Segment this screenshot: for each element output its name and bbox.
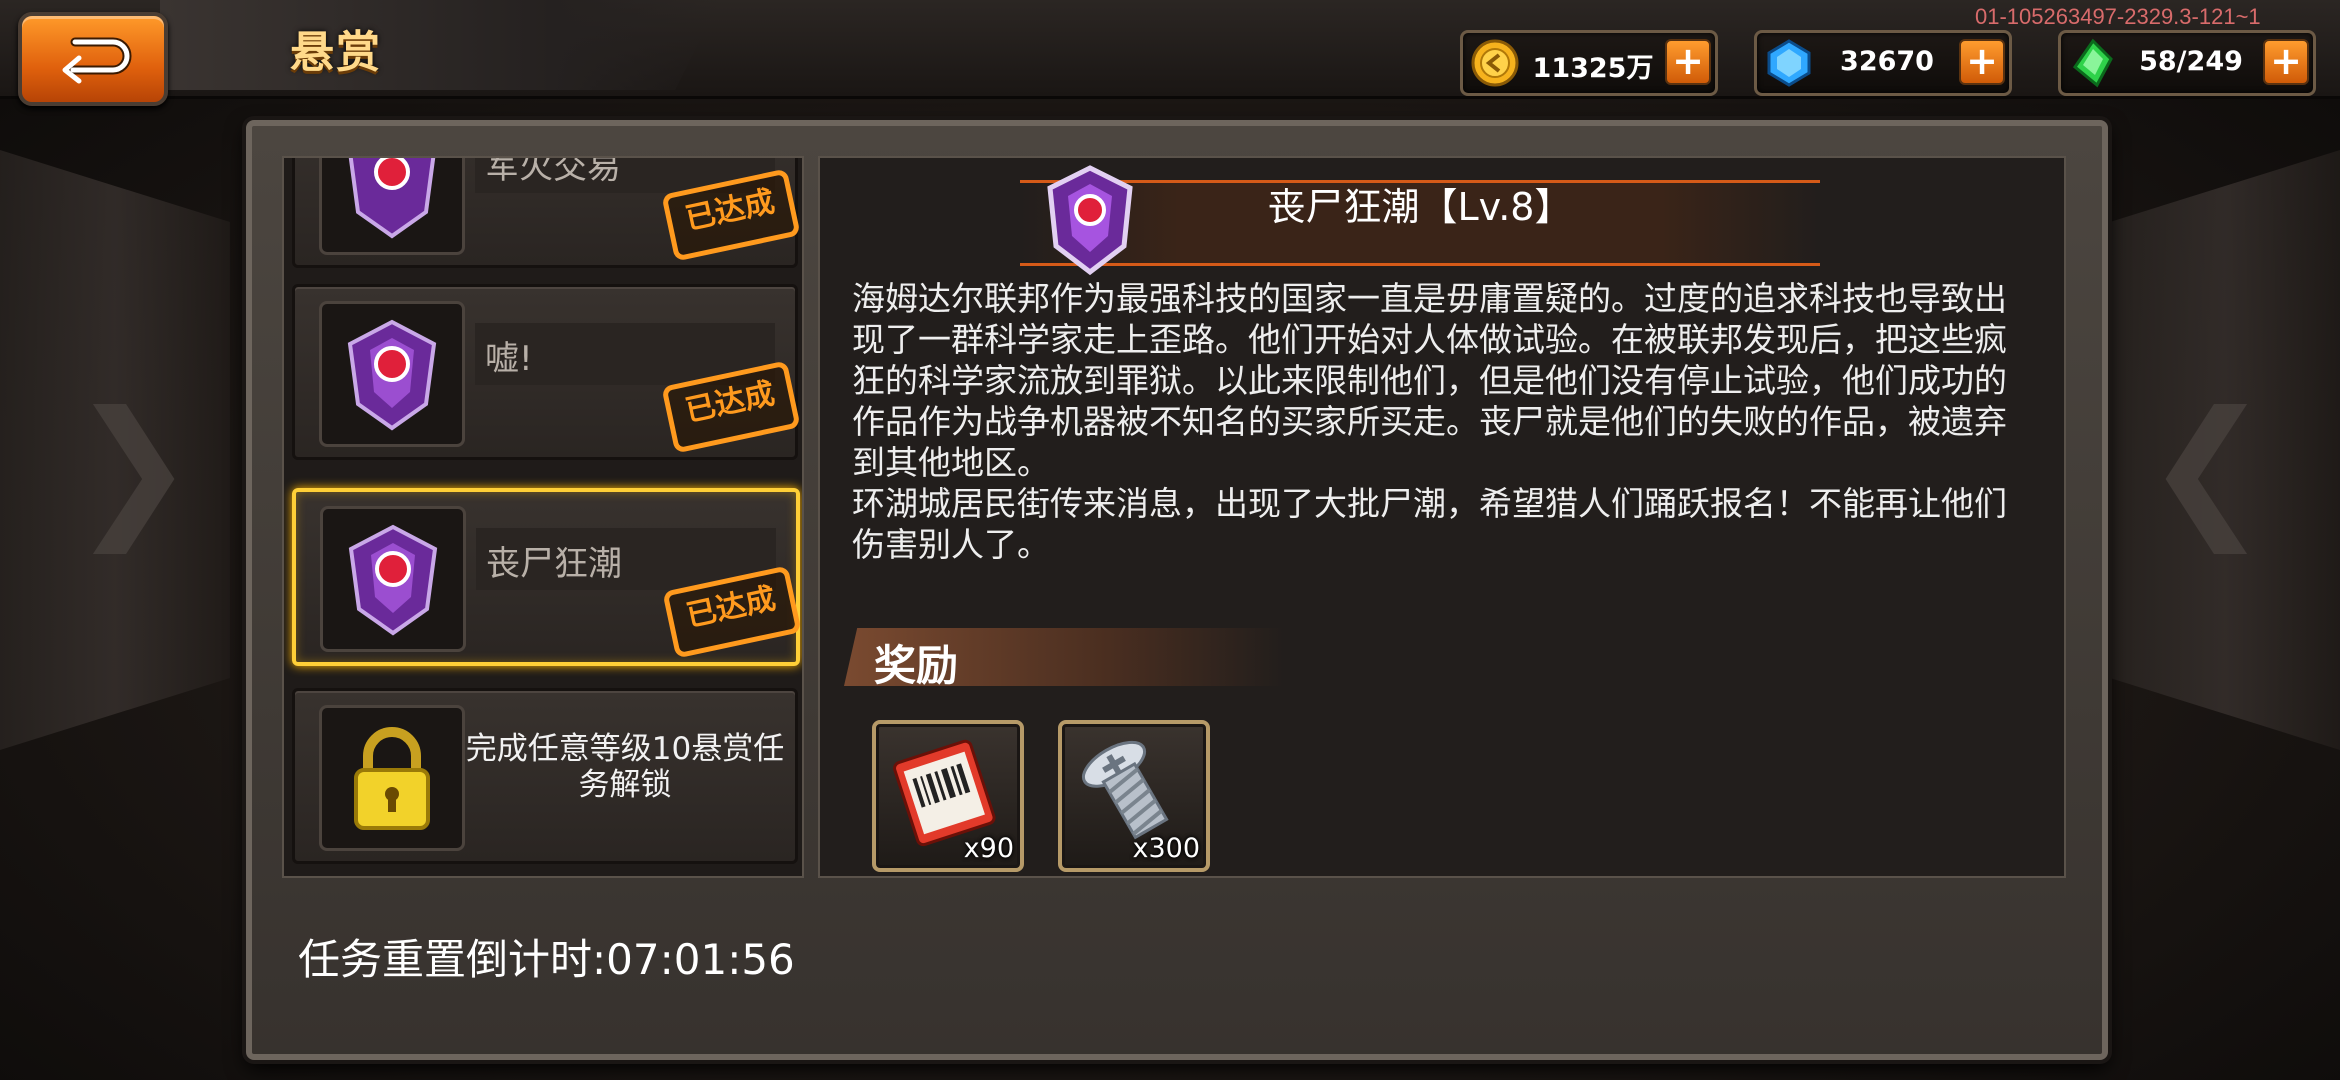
bounty-name: 丧尸狂潮 xyxy=(486,544,622,584)
lock-box xyxy=(319,705,465,851)
bounty-frame: 军火交易 已达成 嘘! 已达成 丧尸狂潮 已达成 完成任意等级10悬赏任务解锁 … xyxy=(246,120,2108,1060)
gold-value: 11325万 xyxy=(1532,53,1654,84)
bounty-name: 军火交易 xyxy=(485,156,621,187)
reward-item-ticket[interactable]: x90 xyxy=(872,720,1024,872)
reset-countdown: 任务重置倒计时:07:01:56 xyxy=(298,935,795,984)
bounty-name: 嘘! xyxy=(485,339,533,379)
green-energy-icon xyxy=(2072,38,2113,88)
purple-emblem-icon xyxy=(348,158,436,239)
add-energy-button[interactable]: + xyxy=(2263,39,2309,85)
back-button[interactable] xyxy=(18,12,168,106)
bounty-emblem xyxy=(320,506,466,652)
top-bar: 悬赏 01-105263497-2329.3-121~1 11325万 + 32… xyxy=(0,0,2340,106)
bounty-detail: 丧尸狂潮【Lv.8】 海姆达尔联邦作为最强科技的国家一直是毋庸置疑的。过度的追求… xyxy=(818,156,2066,878)
gold-resource: 11325万 + xyxy=(1460,30,1718,96)
unlock-condition-text: 完成任意等级10悬赏任务解锁 xyxy=(465,731,785,803)
build-id-text: 01-105263497-2329.3-121~1 xyxy=(1975,4,2261,29)
bounty-card[interactable]: 嘘! 已达成 xyxy=(292,284,801,460)
detail-description: 海姆达尔联邦作为最强科技的国家一直是毋庸置疑的。过度的追求科技也导致出现了一群科… xyxy=(852,279,2007,564)
chevron-left-decor-icon: ❯ xyxy=(70,380,196,554)
gold-coin-icon xyxy=(1471,39,1519,87)
page-title: 悬赏 xyxy=(290,27,382,78)
bounty-emblem xyxy=(319,158,465,255)
bounty-list[interactable]: 军火交易 已达成 嘘! 已达成 丧尸狂潮 已达成 完成任意等级10悬赏任务解锁 xyxy=(282,156,804,878)
purple-emblem-icon xyxy=(347,319,437,431)
detail-title: 丧尸狂潮【Lv.8】 xyxy=(1267,185,1573,229)
blue-diamond-icon xyxy=(1767,39,1811,87)
back-arrow-icon xyxy=(62,37,132,84)
purple-emblem-icon xyxy=(348,524,438,636)
reward-quantity: x90 xyxy=(963,833,1014,864)
reward-quantity: x300 xyxy=(1132,833,1200,864)
bounty-card[interactable]: 军火交易 已达成 xyxy=(292,156,801,268)
bounty-card-selected[interactable]: 丧尸狂潮 已达成 xyxy=(292,488,802,666)
chevron-right-decor-icon: ❮ xyxy=(2144,380,2270,554)
diamond-resource: 32670 + xyxy=(1754,30,2012,96)
energy-value: 58/249 xyxy=(2139,46,2243,77)
reward-item-screw[interactable]: x300 xyxy=(1058,720,1210,872)
reward-header: 奖励 xyxy=(844,628,1284,686)
diamond-value: 32670 xyxy=(1840,46,1934,77)
lock-icon xyxy=(354,727,430,830)
bounty-emblem xyxy=(319,301,465,447)
bounty-card-locked[interactable]: 完成任意等级10悬赏任务解锁 xyxy=(292,688,798,864)
add-diamond-button[interactable]: + xyxy=(1959,39,2005,85)
title-plate xyxy=(160,0,720,90)
reward-title: 奖励 xyxy=(874,641,959,690)
energy-resource: 58/249 + xyxy=(2058,30,2316,96)
add-gold-button[interactable]: + xyxy=(1665,39,1711,85)
